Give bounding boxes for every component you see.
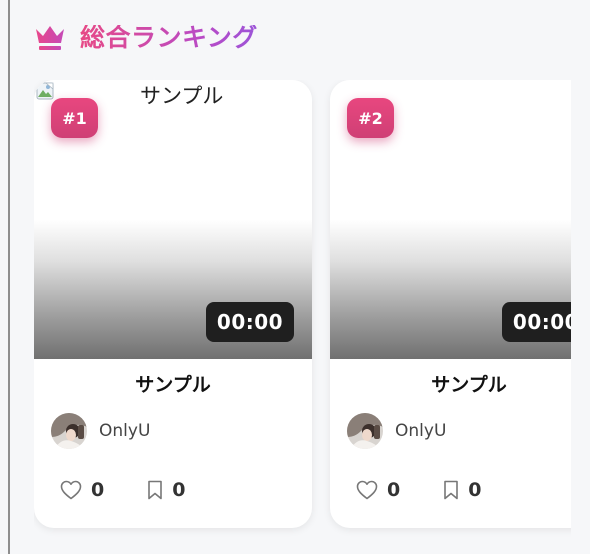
card-stats: 0 0 <box>60 478 185 502</box>
bookmark-button[interactable]: 0 <box>443 480 481 500</box>
section-header: 総合ランキング <box>34 20 258 54</box>
section-title: 総合ランキング <box>80 22 258 52</box>
thumbnail-alt-text: サンプル <box>140 84 224 108</box>
avatar <box>347 413 383 449</box>
heart-icon <box>60 480 82 500</box>
bookmark-icon <box>148 480 163 500</box>
duration-badge: 00:00 <box>502 302 571 342</box>
bookmark-count: 0 <box>468 478 482 501</box>
creator-link[interactable]: OnlyU <box>347 413 446 449</box>
like-count: 0 <box>387 478 401 501</box>
avatar <box>51 413 87 449</box>
bookmark-icon <box>444 480 459 500</box>
rank-badge: #2 <box>347 98 394 138</box>
duration-badge: 00:00 <box>206 302 294 342</box>
creator-name: OnlyU <box>99 421 151 441</box>
left-border <box>8 0 10 554</box>
video-card[interactable]: #2 00:00 サンプル OnlyU 0 <box>330 80 571 528</box>
ranking-carousel[interactable]: サンプル #1 00:00 サンプル OnlyU 0 0 #2 00:0 サンプ… <box>34 80 571 540</box>
bookmark-count: 0 <box>172 478 186 501</box>
broken-image-icon <box>36 82 54 100</box>
card-stats: 0 0 <box>356 478 481 502</box>
like-button[interactable]: 0 <box>60 480 104 500</box>
like-count: 0 <box>91 478 105 501</box>
like-button[interactable]: 0 <box>356 480 400 500</box>
bookmark-button[interactable]: 0 <box>147 480 185 500</box>
crown-icon <box>36 26 64 50</box>
video-title[interactable]: サンプル <box>34 376 312 395</box>
video-card[interactable]: サンプル #1 00:00 サンプル OnlyU 0 0 <box>34 80 312 528</box>
video-thumbnail[interactable]: サンプル #1 00:00 <box>34 80 312 359</box>
rank-badge: #1 <box>51 98 98 138</box>
heart-icon <box>356 480 378 500</box>
video-title[interactable]: サンプル <box>330 376 571 395</box>
creator-name: OnlyU <box>395 421 447 441</box>
creator-link[interactable]: OnlyU <box>51 413 150 449</box>
video-thumbnail[interactable]: #2 00:00 <box>330 80 571 359</box>
